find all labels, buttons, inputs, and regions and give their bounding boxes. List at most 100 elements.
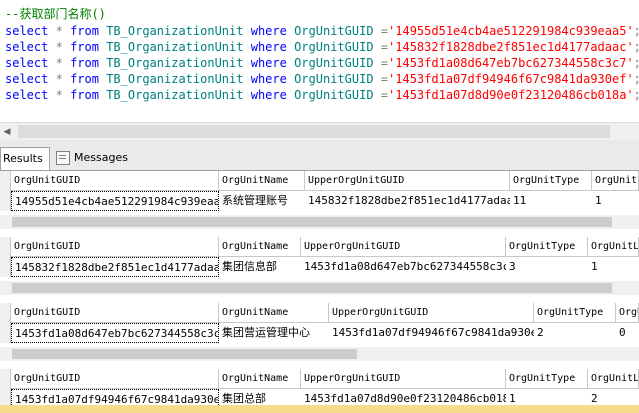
kw-star: * — [55, 88, 63, 102]
kw-star: * — [55, 56, 63, 70]
cell-org-unit-name[interactable]: 系统管理账号 — [219, 191, 305, 211]
results-pane: OrgUnitGUID OrgUnitName UpperOrgUnitGUID… — [0, 171, 639, 413]
kw-where: where — [250, 24, 287, 38]
semicolon: ; — [634, 88, 639, 102]
cell-org-unit-type[interactable]: 11 — [510, 191, 592, 211]
header-org-unit-name[interactable]: OrgUnitName — [219, 171, 305, 191]
sql-line-1: select * from TB_OrganizationUnit where … — [5, 23, 639, 39]
table-name: TB_OrganizationUnit — [106, 56, 244, 70]
header-org-unit-guid[interactable]: OrgUnitGUID — [11, 303, 219, 323]
status-bar — [0, 405, 639, 413]
guid-literal: '1453fd1a08d647eb7bc627344558c3c7' — [388, 56, 634, 70]
semicolon: ; — [634, 24, 639, 38]
header-org-unit-type[interactable]: OrgUnitType — [506, 369, 588, 389]
results-tab-bar: Results Messages — [0, 140, 639, 171]
column-name: OrgUnitGUID — [294, 24, 374, 38]
sql-line-5: select * from TB_OrganizationUnit where … — [5, 87, 639, 103]
scroll-left-icon[interactable]: ◀ — [0, 123, 14, 141]
guid-literal: '1453fd1a07d8d90e0f23120486cb018a' — [388, 88, 634, 102]
cell-org-unit-guid[interactable]: 14955d51e4cb4ae512291984c939eaa5 — [11, 191, 219, 211]
kw-star: * — [55, 40, 63, 54]
header-org-unit-type[interactable]: OrgUnitType — [510, 171, 592, 191]
cell-org-unit-name[interactable]: 集团营运管理中心 — [219, 323, 329, 343]
scrollbar-thumb[interactable] — [18, 125, 610, 138]
scrollbar-thumb[interactable] — [12, 217, 612, 227]
kw-select: select — [5, 72, 49, 86]
cell-org-unit-type[interactable]: 3 — [506, 257, 588, 277]
grid-2-scrollbar[interactable] — [0, 281, 639, 295]
eq: = — [380, 56, 389, 70]
grid-1-scrollbar[interactable] — [0, 215, 639, 229]
table-name: TB_OrganizationUnit — [106, 72, 244, 86]
cell-org-unit-guid[interactable]: 145832f1828dbe2f851ec1d4177adaac — [11, 257, 219, 277]
kw-from: from — [70, 40, 99, 54]
cell-upper-org-unit-guid[interactable]: 145832f1828dbe2f851ec1d4177adaac — [305, 191, 510, 211]
row-header — [0, 303, 11, 323]
cell-org-unit-name[interactable]: 集团信息部 — [219, 257, 301, 277]
result-grid-2[interactable]: OrgUnitGUID OrgUnitName UpperOrgUnitGUID… — [0, 237, 639, 281]
header-upper-org-unit-guid[interactable]: UpperOrgUnitGUID — [305, 171, 510, 191]
kw-from: from — [70, 72, 99, 86]
kw-where: where — [250, 56, 287, 70]
header-org-unit-level[interactable]: OrgUnit — [616, 303, 639, 323]
cell-upper-org-unit-guid[interactable]: 1453fd1a07df94946f67c9841da930ef — [329, 323, 534, 343]
column-name: OrgUnitGUID — [294, 56, 374, 70]
cell-org-unit-level[interactable]: 1 — [588, 257, 639, 277]
kw-star: * — [55, 24, 63, 38]
table-name: TB_OrganizationUnit — [106, 24, 244, 38]
sql-line-2: select * from TB_OrganizationUnit where … — [5, 39, 639, 55]
kw-star: * — [55, 72, 63, 86]
eq: = — [380, 72, 389, 86]
guid-literal: '1453fd1a07df94946f67c9841da930ef' — [388, 72, 634, 86]
cell-org-unit-type[interactable]: 2 — [534, 323, 616, 343]
header-upper-org-unit-guid[interactable]: UpperOrgUnitGUID — [301, 369, 506, 389]
header-org-unit-type[interactable]: OrgUnitType — [506, 237, 588, 257]
table-name: TB_OrganizationUnit — [106, 88, 244, 102]
header-org-unit-name[interactable]: OrgUnitName — [219, 303, 329, 323]
header-org-unit-name[interactable]: OrgUnitName — [219, 369, 301, 389]
header-org-unit-name[interactable]: OrgUnitName — [219, 237, 301, 257]
guid-literal: '14955d51e4cb4ae512291984c939eaa5' — [388, 24, 634, 38]
kw-where: where — [250, 72, 287, 86]
cell-upper-org-unit-guid[interactable]: 1453fd1a08d647eb7bc627344558c3c7 — [301, 257, 506, 277]
messages-icon — [56, 151, 70, 165]
cell-org-unit-level[interactable]: 1 — [592, 191, 639, 211]
header-org-unit-level[interactable]: OrgUnit — [592, 171, 639, 191]
grid-3-scrollbar[interactable] — [0, 347, 639, 361]
header-org-unit-level[interactable]: OrgUnitL — [588, 237, 639, 257]
tab-results[interactable]: Results — [0, 147, 50, 170]
header-org-unit-guid[interactable]: OrgUnitGUID — [11, 171, 219, 191]
sql-editor[interactable]: --获取部门名称() select * from TB_Organization… — [0, 0, 639, 110]
header-org-unit-guid[interactable]: OrgUnitGUID — [11, 369, 219, 389]
sql-comment: --获取部门名称() — [5, 7, 106, 21]
header-org-unit-type[interactable]: OrgUnitType — [534, 303, 616, 323]
column-name: OrgUnitGUID — [294, 88, 374, 102]
editor-horizontal-scrollbar[interactable]: ◀ — [0, 122, 639, 141]
header-upper-org-unit-guid[interactable]: UpperOrgUnitGUID — [301, 237, 506, 257]
header-org-unit-level[interactable]: OrgUnitL — [588, 369, 639, 389]
sql-line-4: select * from TB_OrganizationUnit where … — [5, 71, 639, 87]
kw-select: select — [5, 40, 49, 54]
result-grid-3[interactable]: OrgUnitGUID OrgUnitName UpperOrgUnitGUID… — [0, 303, 639, 347]
result-grid-1[interactable]: OrgUnitGUID OrgUnitName UpperOrgUnitGUID… — [0, 171, 639, 215]
kw-from: from — [70, 24, 99, 38]
column-name: OrgUnitGUID — [294, 72, 374, 86]
kw-where: where — [250, 88, 287, 102]
table-name: TB_OrganizationUnit — [106, 40, 244, 54]
semicolon: ; — [634, 40, 639, 54]
header-upper-org-unit-guid[interactable]: UpperOrgUnitGUID — [329, 303, 534, 323]
row-header — [0, 237, 11, 257]
row-header — [0, 323, 11, 343]
tab-messages[interactable]: Messages — [52, 147, 130, 169]
scrollbar-thumb[interactable] — [12, 349, 357, 359]
cell-org-unit-guid[interactable]: 1453fd1a08d647eb7bc627344558c3c7 — [11, 323, 219, 343]
cell-org-unit-level[interactable]: 0 — [616, 323, 639, 343]
kw-from: from — [70, 56, 99, 70]
kw-select: select — [5, 88, 49, 102]
scrollbar-thumb[interactable] — [12, 283, 612, 293]
tab-messages-label: Messages — [74, 151, 128, 164]
kw-select: select — [5, 24, 49, 38]
header-org-unit-guid[interactable]: OrgUnitGUID — [11, 237, 219, 257]
kw-select: select — [5, 56, 49, 70]
column-name: OrgUnitGUID — [294, 40, 374, 54]
